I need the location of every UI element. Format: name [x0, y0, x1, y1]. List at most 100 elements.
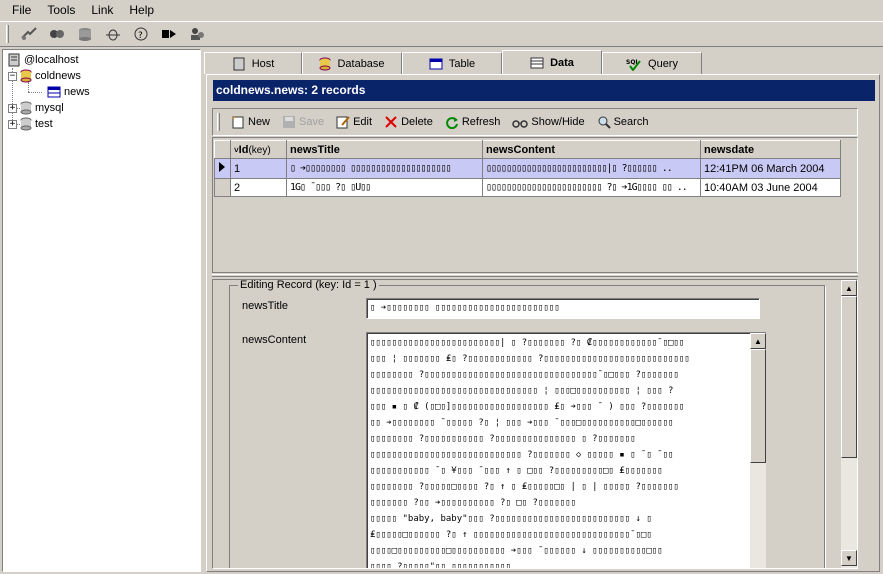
- cell-newstitle[interactable]: 1G▯ ¯▯▯▯ ?▯ ▯U▯▯: [286, 178, 483, 197]
- collapse-icon[interactable]: −: [8, 71, 17, 81]
- edit-icon: [336, 116, 350, 129]
- table-row[interactable]: 2 1G▯ ¯▯▯▯ ?▯ ▯U▯▯ ▯▯▯▯▯▯▯▯▯▯▯▯▯▯▯▯▯▯▯▯▯…: [214, 178, 841, 197]
- binoculars-icon: [512, 120, 529, 128]
- scroll-up-icon[interactable]: ▲: [841, 280, 857, 296]
- new-record-icon: *: [232, 115, 244, 129]
- data-toolbar: * New Save Edit Delete Refresh Show/Hide…: [212, 108, 858, 136]
- tab-table[interactable]: Table: [402, 52, 502, 74]
- newstitle-field[interactable]: ▯ ➔▯▯▯▯▯▯▯▯ ▯▯▯▯▯▯▯▯▯▯▯▯▯▯▯▯▯▯▯▯▯▯▯: [366, 298, 760, 319]
- current-row-icon: [219, 162, 225, 172]
- newscontent-line: ▯▯▯ ¦ ▯▯▯▯▯▯▯ ₤▯ ?▯▯▯▯▯▯▯▯▯▯▯▯ ?▯▯▯▯▯▯▯▯…: [370, 354, 690, 364]
- records-table: ˅Id(key) newsTitle newsContent newsdate …: [214, 140, 841, 197]
- tree-label-localhost: @localhost: [24, 54, 79, 66]
- tab-data[interactable]: Data: [502, 50, 602, 74]
- delete-icon: [385, 116, 397, 128]
- column-header-newscontent[interactable]: newsContent: [482, 140, 701, 159]
- newscontent-line: ▯▯▯▯▯▯▯▯▯▯▯▯▯▯▯▯▯▯▯▯▯▯▯▯▯▯▯▯ ?▯▯▯▯▯▯▯ ◇ …: [370, 450, 674, 460]
- users-icon[interactable]: [185, 23, 209, 45]
- grid-corner: [214, 140, 231, 159]
- sql-query-icon: SQL: [626, 59, 641, 71]
- row-indicator: [214, 178, 231, 197]
- tree-node-localhost[interactable]: @localhost: [7, 52, 79, 68]
- cell-newstitle[interactable]: ▯ ➔▯▯▯▯▯▯▯▯ ▯▯▯▯▯▯▯▯▯▯▯▯▯▯▯▯▯▯▯▯: [286, 158, 483, 179]
- column-header-newsdate[interactable]: newsdate: [700, 140, 841, 159]
- cell-newscontent[interactable]: ▯▯▯▯▯▯▯▯▯▯▯▯▯▯▯▯▯▯▯▯▯▯▯ ?▯ ➔1G▯▯▯▯ ▯▯ ..: [482, 178, 701, 197]
- column-id-label: Id: [238, 143, 249, 156]
- menu-help[interactable]: Help: [121, 3, 162, 17]
- edit-button[interactable]: Edit: [331, 111, 377, 133]
- cell-newscontent[interactable]: ▯▯▯▯▯▯▯▯▯▯▯▯▯▯▯▯▯▯▯▯▯▯▯▯|▯ ?▯▯▯▯▯▯ ..: [482, 158, 701, 179]
- database-icon[interactable]: [73, 23, 97, 45]
- tab-data-label: Data: [550, 56, 574, 69]
- refresh-icon: [445, 117, 458, 129]
- tab-host-label: Host: [251, 57, 275, 70]
- svg-text:?: ?: [138, 31, 143, 41]
- expand-icon[interactable]: +: [8, 103, 17, 113]
- newscontent-line: ₤▯▯▯▯▯□▯▯▯▯▯▯ ?▯ ↑ ▯▯▯▯▯▯▯▯▯▯▯▯▯▯▯▯▯▯▯▯▯…: [370, 530, 652, 540]
- scroll-thumb[interactable]: [750, 349, 766, 463]
- newscontent-line: ▯▯▯▯▯▯▯▯ ?▯▯▯▯▯▯▯▯▯▯▯ ?▯▯▯▯▯▯▯▯▯▯▯▯▯▯▯ ▯…: [370, 434, 636, 444]
- search-icon: [598, 116, 611, 129]
- tab-database-label: Database: [337, 57, 385, 70]
- splitter[interactable]: [212, 274, 858, 277]
- newscontent-line: ▯▯▯▯▯▯▯ ?▯▯ ➔▯▯▯▯▯▯▯▯▯▯ ?▯ □▯ ?▯▯▯▯▯▯▯: [370, 498, 576, 508]
- data-toolbar-grip[interactable]: [217, 113, 220, 131]
- disconnect-icon[interactable]: [45, 23, 69, 45]
- scroll-down-icon[interactable]: ▼: [841, 550, 857, 566]
- toolbar-grip[interactable]: [6, 25, 9, 43]
- bug-icon[interactable]: [101, 23, 125, 45]
- newscontent-text: ▯▯▯▯▯▯▯▯▯▯▯▯▯▯▯▯▯▯▯▯▯▯▯▯| ▯ ?▯▯▯▯▯▯▯ ?▯ …: [370, 335, 762, 569]
- cell-newsdate[interactable]: 10:40AM 03 June 2004: [700, 178, 841, 197]
- refresh-icon[interactable]: ?: [129, 23, 153, 45]
- menu-tools[interactable]: Tools: [39, 3, 83, 17]
- edit-area: Editing Record (key: Id = 1 ) newsTitle …: [212, 279, 858, 569]
- cell-id[interactable]: 1: [230, 158, 287, 179]
- showhide-button[interactable]: Show/Hide: [507, 111, 589, 133]
- table-icon: [429, 58, 443, 69]
- save-button[interactable]: Save: [277, 111, 329, 133]
- database-icon: [20, 69, 32, 83]
- new-button[interactable]: * New: [226, 111, 275, 133]
- tab-database[interactable]: Database: [302, 52, 402, 74]
- column-id-key: (key): [248, 144, 271, 156]
- menu-link[interactable]: Link: [83, 3, 121, 17]
- column-header-newstitle[interactable]: newsTitle: [286, 140, 483, 159]
- tree-node-news[interactable]: news: [47, 84, 90, 100]
- data-icon: [530, 57, 544, 68]
- newscontent-line: ▯▯▯▯▯▯▯▯▯▯▯ ¯▯ ¥▯▯▯ ¯▯▯▯ ↑ ▯ □▯▯ ?▯▯▯▯▯▯…: [370, 466, 663, 476]
- tree-label-test: test: [35, 118, 53, 130]
- tree-label-news: news: [64, 86, 90, 98]
- scroll-thumb[interactable]: [841, 296, 857, 458]
- expand-icon[interactable]: +: [8, 119, 17, 129]
- tree-node-coldnews[interactable]: − coldnews: [8, 68, 81, 84]
- table-row[interactable]: 1 ▯ ➔▯▯▯▯▯▯▯▯ ▯▯▯▯▯▯▯▯▯▯▯▯▯▯▯▯▯▯▯▯ ▯▯▯▯▯…: [214, 158, 841, 179]
- cell-id[interactable]: 2: [230, 178, 287, 197]
- run-icon[interactable]: [157, 23, 181, 45]
- database-icon: [20, 101, 32, 115]
- tab-host[interactable]: Host: [204, 52, 302, 74]
- edit-area-scrollbar[interactable]: ▲ ▼: [841, 280, 857, 568]
- menu-file[interactable]: File: [4, 3, 39, 17]
- tab-query[interactable]: SQL Query: [602, 52, 702, 74]
- newscontent-scrollbar[interactable]: ▲: [750, 333, 766, 568]
- search-button[interactable]: Search: [592, 111, 654, 133]
- tree-node-mysql[interactable]: + mysql: [8, 100, 64, 116]
- delete-button[interactable]: Delete: [379, 111, 438, 133]
- newscontent-line: ▯▯▯▯ ?▯▯▯▯▯"▯▯ ▯▯▯▯▯▯▯▯▯▯▯: [370, 562, 511, 569]
- scroll-up-icon[interactable]: ▲: [750, 333, 766, 349]
- column-header-id[interactable]: ˅Id(key): [230, 140, 287, 159]
- panel-title: coldnews.news: 2 records: [213, 80, 875, 101]
- connect-icon[interactable]: [17, 23, 41, 45]
- tree-node-test[interactable]: + test: [8, 116, 53, 132]
- newscontent-line: ▯▯▯▯▯ "baby, baby"▯▯▯ ?▯▯▯▯▯▯▯▯▯▯▯▯▯▯▯▯▯…: [370, 514, 652, 524]
- newscontent-line: ▯▯▯▯▯▯▯▯▯▯▯▯▯▯▯▯▯▯▯▯▯▯▯▯| ▯ ?▯▯▯▯▯▯▯ ?▯ …: [370, 338, 685, 348]
- refresh-button-label: Refresh: [461, 116, 501, 128]
- refresh-button[interactable]: Refresh: [440, 111, 506, 133]
- newscontent-line: ▯▯ ➔▯▯▯▯▯▯▯▯ ¯▯▯▯▯▯ ?▯ ¦ ▯▯▯ ➔▯▯▯ ¯▯▯▯□▯…: [370, 418, 674, 428]
- cell-newsdate[interactable]: 12:41PM 06 March 2004: [700, 158, 841, 179]
- newscontent-line: ▯▯▯▯□▯▯▯▯▯▯▯▯▯□▯▯▯▯▯▯▯▯▯▯ ➔▯▯▯ ¯▯▯▯▯▯▯ ↓…: [370, 546, 663, 556]
- newscontent-field[interactable]: ▯▯▯▯▯▯▯▯▯▯▯▯▯▯▯▯▯▯▯▯▯▯▯▯| ▯ ?▯▯▯▯▯▯▯ ?▯ …: [366, 332, 766, 569]
- newscontent-line: ▯▯▯▯▯▯▯▯ ?▯▯▯▯▯▯▯▯▯▯▯▯▯▯▯▯▯▯▯▯▯▯▯▯▯▯▯▯▯▯…: [370, 370, 679, 380]
- server-icon: [8, 53, 20, 67]
- tree-label-coldnews: coldnews: [35, 70, 81, 82]
